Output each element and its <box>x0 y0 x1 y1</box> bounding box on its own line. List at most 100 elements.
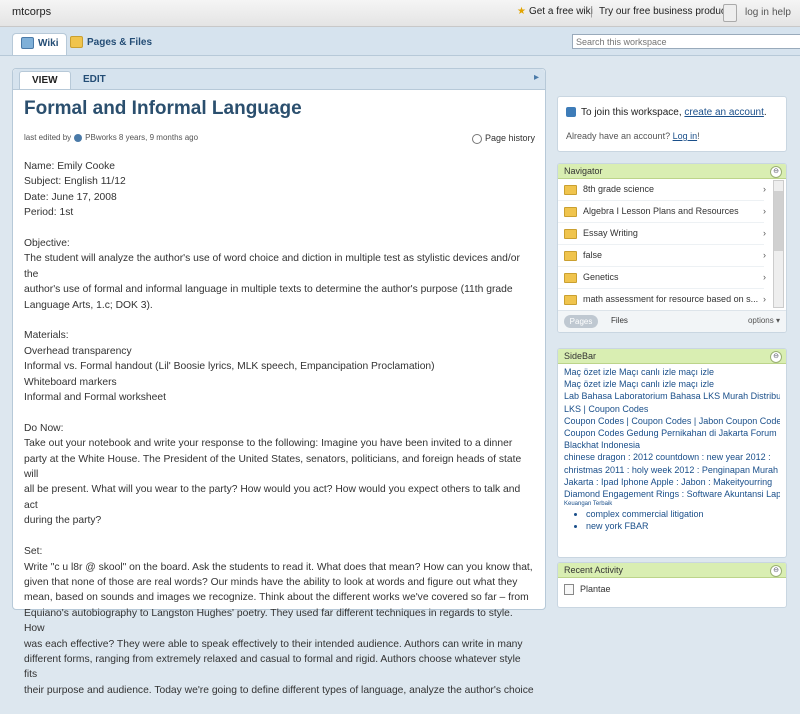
tab-edit[interactable]: EDIT <box>71 71 118 89</box>
navigator-footer: Pages Files options ▾ <box>558 310 786 332</box>
sidebar-link-line[interactable]: chinese dragon : 2012 countdown : new ye… <box>564 451 780 463</box>
login-inline-link[interactable]: Log in <box>673 131 698 141</box>
content-line: during the party? <box>24 515 102 527</box>
recent-activity-title: Recent Activity <box>564 565 624 575</box>
activity-item[interactable]: Plantae <box>558 578 786 601</box>
collapse-icon[interactable]: ⊖ <box>770 166 782 178</box>
sidebar-link-line[interactable]: Blackhat Indonesia <box>564 439 780 451</box>
content-paragraph: Objective: The student will analyze the a… <box>24 236 536 313</box>
content-paragraph: Set: Write "c u l8r @ skool" on the board… <box>24 544 536 698</box>
content-line: given that none of those are real words?… <box>24 576 518 588</box>
collapse-icon[interactable]: ⊖ <box>770 351 782 363</box>
chevron-right-icon[interactable]: › <box>763 245 766 266</box>
navigator-item[interactable]: 8th grade science › <box>558 179 766 201</box>
content-line: different forms, ranging from extremely … <box>24 653 521 681</box>
content-line: Language Arts, 1.c; DOK 3). <box>24 299 153 311</box>
sidebar-link-line[interactable]: Lab Bahasa Laboratorium Bahasa LKS Murah… <box>564 390 780 402</box>
content-line: Overhead transparency <box>24 345 132 357</box>
navigator-item-label: 8th grade science <box>583 184 655 194</box>
chevron-right-icon[interactable]: › <box>763 179 766 200</box>
workspace-name[interactable]: mtcorps <box>12 6 51 18</box>
tab-pages-files-label: Pages & Files <box>87 37 153 48</box>
wiki-icon <box>21 37 34 50</box>
create-account-link[interactable]: create an account <box>684 107 764 118</box>
content-line: Name: Emily Cooke <box>24 161 115 172</box>
sidebar-link-line[interactable]: Coupon Codes Gedung Pernikahan di Jakart… <box>564 427 780 439</box>
scrollbar-thumb[interactable] <box>774 191 783 251</box>
navigator-scrollbar[interactable] <box>773 180 784 308</box>
options-label: options <box>747 316 774 325</box>
have-account-label: Already have an account? <box>566 131 673 141</box>
navigator-item-label: false <box>583 250 603 260</box>
navigator-item[interactable]: Genetics › <box>558 267 766 289</box>
login-link[interactable]: log in <box>745 7 769 18</box>
sidebar-link-line[interactable]: christmas 2011 : holy week 2012 : Pengin… <box>564 464 780 476</box>
content-line: Take out your notebook and write your re… <box>24 438 513 450</box>
sidebar-link-line[interactable]: Jakarta : Ipad Iphone Apple : Jabon : Ma… <box>564 476 780 488</box>
folder-icon <box>564 206 577 217</box>
sidebar-link-line[interactable]: Maç özet izle Maçı canlı izle maçı izle <box>564 366 780 378</box>
sidebar-link-line[interactable]: LKS | Coupon Codes <box>564 403 780 415</box>
navigator-item-label: Essay Writing <box>583 228 638 238</box>
navigator-item[interactable]: Essay Writing › <box>558 223 766 245</box>
collapse-icon[interactable]: ⊖ <box>770 565 782 577</box>
content-line: party at the White House. The President … <box>24 453 522 481</box>
join-workspace-box: To join this workspace, create an accoun… <box>557 96 787 152</box>
expand-arrow-icon[interactable]: ▸ <box>534 72 539 83</box>
sidebar-bullet-list: complex commercial litigationnew york FB… <box>564 509 780 532</box>
sidebar-link-line[interactable]: Coupon Codes | Coupon Codes | Jabon Coup… <box>564 415 780 427</box>
content-line: Whiteboard markers <box>24 376 117 388</box>
content-paragraph: Materials: Overhead transparency Informal … <box>24 328 536 405</box>
sidebar-link-line[interactable]: Diamond Engagement Rings : Software Akun… <box>564 488 780 500</box>
folder-icon <box>564 228 577 239</box>
folder-icon <box>564 250 577 261</box>
search-input[interactable] <box>572 34 800 49</box>
sidebar-panel: SideBar ⊖ Maç özet izle Maçı canlı izle … <box>557 348 787 558</box>
help-link[interactable]: help <box>772 7 791 18</box>
sidebar-link-line[interactable]: Maç özet izle Maçı canlı izle maçı izle <box>564 378 780 390</box>
sidebar-bullet-link[interactable]: complex commercial litigation <box>586 509 780 521</box>
files-toggle[interactable]: Files <box>611 316 628 325</box>
page-title: Formal and Informal Language <box>24 98 302 119</box>
navigator-options-link[interactable]: options ▾ <box>748 316 780 325</box>
join-prefix: To join this workspace, <box>581 107 685 118</box>
content-line: Subject: English 11/12 <box>24 176 126 188</box>
folder-icon <box>564 272 577 283</box>
navigator-item[interactable]: math assessment for resource based on s.… <box>558 289 766 311</box>
content-line: Informal and Formal worksheet <box>24 392 166 404</box>
content-line: Materials: <box>24 330 69 342</box>
content-line: Objective: <box>24 238 70 250</box>
pages-toggle[interactable]: Pages <box>564 315 598 328</box>
lock-icon <box>723 4 737 22</box>
page-history-label: Page history <box>484 133 535 143</box>
navigator-list: 8th grade science › Algebra I Lesson Plans… <box>558 179 786 311</box>
tab-pages-files[interactable]: Pages & Files <box>62 33 160 55</box>
tab-view[interactable]: VIEW <box>19 71 71 89</box>
get-free-wiki-link[interactable]: ★ Get a free wiki <box>517 6 593 17</box>
sidebar-small-link[interactable]: Keuangan Terbaik <box>564 500 780 509</box>
view-edit-tabs: VIEW EDIT ▸ <box>13 69 545 90</box>
content-line: Equiano's autobiography to Langston Hugh… <box>24 607 513 635</box>
navigator-item-label: math assessment for resource based on s.… <box>583 294 759 304</box>
chevron-right-icon[interactable]: › <box>763 289 766 310</box>
person-icon <box>566 107 576 118</box>
content-line: The student will analyze the author's us… <box>24 253 520 280</box>
page-history-link[interactable]: Page history <box>471 133 535 144</box>
pbworks-icon <box>74 133 83 142</box>
tab-wiki[interactable]: Wiki <box>12 33 68 55</box>
navigator-item[interactable]: false › <box>558 245 766 267</box>
chevron-right-icon[interactable]: › <box>763 223 766 244</box>
join-prompt: To join this workspace, create an accoun… <box>566 107 767 118</box>
content-line: all be present. What will you wear to th… <box>24 484 521 511</box>
content-line: their purpose and audience. Today we're … <box>24 684 534 696</box>
get-free-wiki-label: Get a free wiki <box>528 6 593 17</box>
sidebar-links: Maç özet izle Maçı canlı izle maçı izle M… <box>558 364 786 534</box>
recent-activity-panel: Recent Activity ⊖ Plantae <box>557 562 787 608</box>
sidebar-bullet-link[interactable]: new york FBAR <box>586 521 780 533</box>
chevron-right-icon[interactable]: › <box>763 267 766 288</box>
navigator-item[interactable]: Algebra I Lesson Plans and Resources › <box>558 201 766 223</box>
last-edited-meta[interactable]: PBworks 8 years, 9 months ago <box>85 133 198 142</box>
chevron-right-icon[interactable]: › <box>763 201 766 222</box>
try-business-product-link[interactable]: Try our free business product <box>599 6 729 17</box>
navigator-item-label: Genetics <box>583 272 619 282</box>
